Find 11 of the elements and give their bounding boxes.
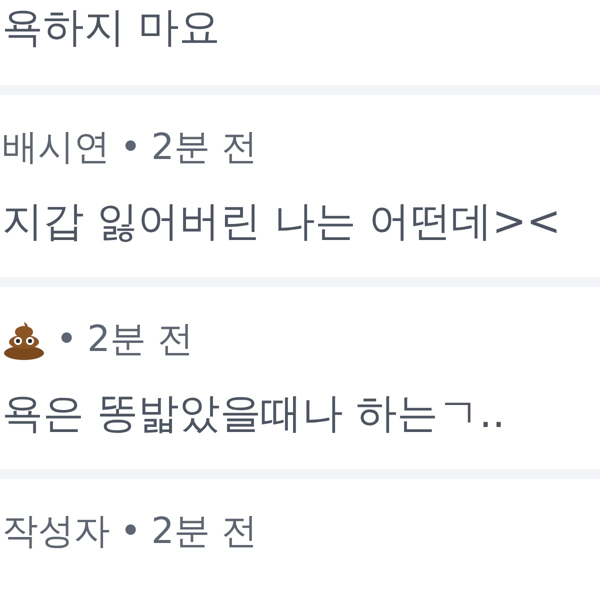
separator: •	[56, 319, 78, 360]
author-name: 배시연	[2, 126, 110, 170]
author-name: 작성자	[2, 510, 110, 554]
separator: •	[120, 511, 142, 552]
comment-text: 지갑 잃어버린 나는 어떤데><	[2, 196, 562, 247]
comment-time: 2분 전	[151, 126, 258, 170]
comment-time: 2분 전	[87, 318, 194, 362]
comment-text: 욕하지 마요	[2, 2, 222, 53]
separator: •	[120, 127, 142, 168]
comment-text: 욕은 똥밟았을때나 하는ㄱ..	[2, 388, 506, 439]
comment-time: 2분 전	[151, 510, 258, 554]
